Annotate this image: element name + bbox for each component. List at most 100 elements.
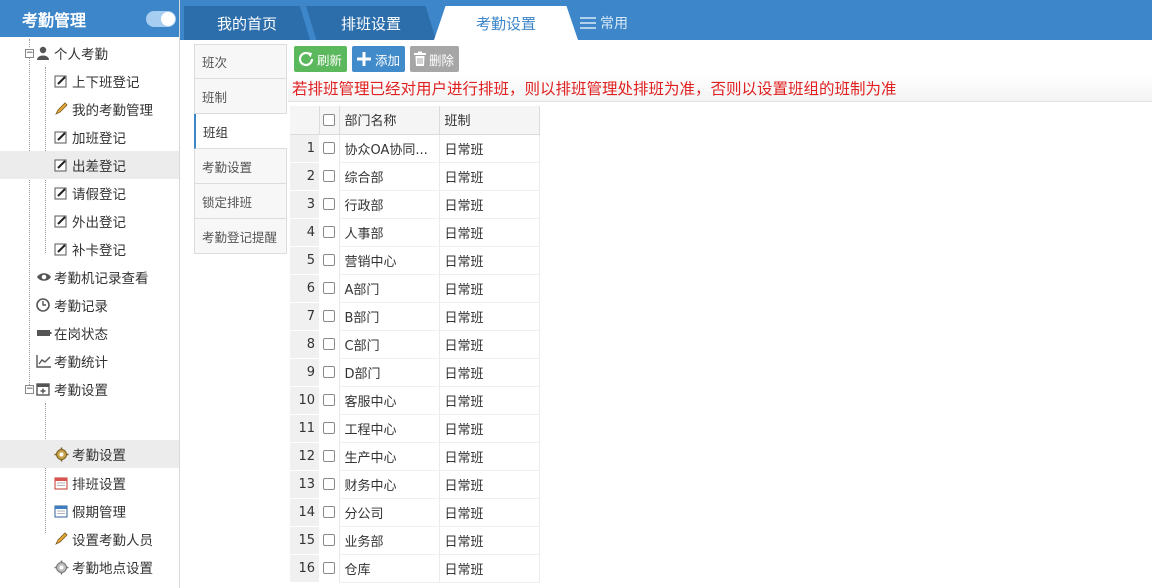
row-number: 8 xyxy=(290,330,319,359)
table-row[interactable]: 7 B部门 日常班 xyxy=(290,302,540,331)
row-checkbox[interactable] xyxy=(322,562,335,574)
sidebar-item-personal[interactable]: 个人考勤 xyxy=(0,39,179,67)
sidebar-item-label: 设置考勤人员 xyxy=(72,533,153,549)
content-area: 刷新 添加 删除 若排班管理已经对用户进行排班，则以排班管理处排班为准，否则以设… xyxy=(288,44,1152,588)
table-row[interactable]: 8 C部门 日常班 xyxy=(290,330,540,359)
department-cell: B部门 xyxy=(339,302,440,331)
row-checkbox[interactable] xyxy=(322,226,335,238)
shift-cell: 日常班 xyxy=(439,302,540,331)
sidebar-item-attendance-settings-group[interactable]: 考勤设置 xyxy=(0,375,179,403)
table-row[interactable]: 1 协众OA协同... 日常班 xyxy=(290,134,540,163)
table-row[interactable]: 16 仓库 日常班 xyxy=(290,554,540,583)
subtab-shift[interactable]: 班次 xyxy=(194,44,287,79)
sidebar-item-statistics[interactable]: 考勤统计 xyxy=(0,347,179,375)
sidebar-item-business-trip[interactable]: 出差登记 xyxy=(0,151,179,179)
row-checkbox[interactable] xyxy=(322,422,335,434)
edit-icon xyxy=(54,186,68,200)
sidebar-item-schedule-settings[interactable]: 排班设置 xyxy=(0,469,179,497)
row-checkbox-cell xyxy=(319,470,340,498)
tab-attendance-settings[interactable]: 考勤设置 xyxy=(434,6,578,40)
shift-cell: 日常班 xyxy=(439,442,540,471)
sidebar-toggle[interactable] xyxy=(146,11,176,27)
row-checkbox[interactable] xyxy=(322,254,335,266)
row-number: 13 xyxy=(290,470,319,499)
column-header-shift[interactable]: 班制 xyxy=(439,106,540,135)
shift-cell: 日常班 xyxy=(439,386,540,415)
row-checkbox-cell xyxy=(319,526,340,554)
tab-common[interactable]: 常用 xyxy=(580,6,660,40)
grid-body: 1 协众OA协同... 日常班 2 综合部 日常班 3 行政部 日常班 4 人事部 日常班 5 营销中心日… xyxy=(290,134,540,583)
row-checkbox[interactable] xyxy=(322,394,335,406)
select-all-checkbox[interactable] xyxy=(323,113,335,126)
row-number: 7 xyxy=(290,302,319,331)
row-checkbox-cell xyxy=(319,246,340,274)
subtab-label: 班次 xyxy=(202,55,228,70)
row-number: 5 xyxy=(290,246,319,275)
table-row[interactable]: 6 A部门 日常班 xyxy=(290,274,540,303)
sidebar-item-label: 排班设置 xyxy=(72,477,126,493)
row-checkbox[interactable] xyxy=(322,198,335,210)
sidebar-item-overtime[interactable]: 加班登记 xyxy=(0,123,179,151)
row-checkbox-cell xyxy=(319,330,340,358)
add-button[interactable]: 添加 xyxy=(352,46,406,72)
sidebar-item-clock-in[interactable]: 上下班登记 xyxy=(0,67,179,95)
table-row[interactable]: 13 财务中心 日常班 xyxy=(290,470,540,499)
table-row[interactable]: 9 D部门 日常班 xyxy=(290,358,540,387)
table-row[interactable]: 5 营销中心 日常班 xyxy=(290,246,540,275)
tab-schedule-settings[interactable]: 排班设置 xyxy=(306,6,436,40)
row-checkbox[interactable] xyxy=(322,142,335,155)
subtab-attendance-settings[interactable]: 考勤设置 xyxy=(194,149,287,184)
sidebar-item-on-duty-status[interactable]: 在岗状态 xyxy=(0,319,179,347)
subtab-shift-group[interactable]: 班组 xyxy=(194,114,287,149)
pencil-icon xyxy=(54,102,68,116)
row-checkbox-cell xyxy=(319,414,340,442)
tab-home[interactable]: 我的首页 xyxy=(184,6,310,40)
sidebar-item-location-settings[interactable]: 考勤地点设置 xyxy=(0,553,179,581)
row-checkbox[interactable] xyxy=(322,310,335,322)
shift-cell: 日常班 xyxy=(439,414,540,443)
row-checkbox[interactable] xyxy=(322,450,335,462)
row-checkbox-cell xyxy=(319,302,340,330)
delete-button[interactable]: 删除 xyxy=(410,46,460,72)
line-chart-icon xyxy=(36,354,51,368)
row-checkbox[interactable] xyxy=(322,282,335,294)
subtab-reminder[interactable]: 考勤登记提醒 xyxy=(194,219,287,254)
department-cell: 财务中心 xyxy=(339,470,440,499)
shift-cell: 日常班 xyxy=(439,246,540,275)
row-checkbox[interactable] xyxy=(322,534,335,546)
shift-cell: 日常班 xyxy=(439,274,540,303)
column-header-department[interactable]: 部门名称 xyxy=(339,106,440,135)
subtab-lock-schedule[interactable]: 锁定排班 xyxy=(194,184,287,219)
delete-label: 删除 xyxy=(429,52,455,68)
sidebar-item-attendance-settings[interactable]: 考勤设置 xyxy=(0,440,179,468)
table-row[interactable]: 11 工程中心 日常班 xyxy=(290,414,540,443)
row-checkbox[interactable] xyxy=(322,506,335,518)
edit-icon xyxy=(54,158,68,172)
table-row[interactable]: 10 客服中心 日常班 xyxy=(290,386,540,415)
table-row[interactable]: 15 业务部 日常班 xyxy=(290,526,540,555)
trash-icon xyxy=(413,51,429,67)
sidebar-item-set-attendance-staff[interactable]: 设置考勤人员 xyxy=(0,525,179,553)
data-grid: 部门名称 班制 1 协众OA协同... 日常班 2 综合部 日常班 3 行政部 日常班 4 人事部日… xyxy=(290,106,540,583)
sidebar-item-card-reissue[interactable]: 补卡登记 xyxy=(0,235,179,263)
row-checkbox[interactable] xyxy=(322,366,335,378)
row-checkbox-cell xyxy=(319,274,340,302)
sidebar-item-my-attendance[interactable]: 我的考勤管理 xyxy=(0,95,179,123)
sidebar-item-outing[interactable]: 外出登记 xyxy=(0,207,179,235)
table-row[interactable]: 12 生产中心 日常班 xyxy=(290,442,540,471)
row-checkbox[interactable] xyxy=(322,338,335,350)
row-checkbox[interactable] xyxy=(322,170,335,182)
shift-cell: 日常班 xyxy=(439,526,540,555)
row-number: 2 xyxy=(290,162,319,191)
refresh-button[interactable]: 刷新 xyxy=(294,46,348,72)
sidebar-item-machine-records[interactable]: 考勤机记录查看 xyxy=(0,263,179,291)
table-row[interactable]: 3 行政部 日常班 xyxy=(290,190,540,219)
sidebar-item-attendance-records[interactable]: 考勤记录 xyxy=(0,291,179,319)
table-row[interactable]: 14 分公司 日常班 xyxy=(290,498,540,527)
table-row[interactable]: 4 人事部 日常班 xyxy=(290,218,540,247)
table-row[interactable]: 2 综合部 日常班 xyxy=(290,162,540,191)
sidebar-item-holiday-management[interactable]: 假期管理 xyxy=(0,497,179,525)
subtab-shift-system[interactable]: 班制 xyxy=(194,79,287,114)
row-checkbox[interactable] xyxy=(322,478,335,490)
sidebar-item-leave[interactable]: 请假登记 xyxy=(0,179,179,207)
